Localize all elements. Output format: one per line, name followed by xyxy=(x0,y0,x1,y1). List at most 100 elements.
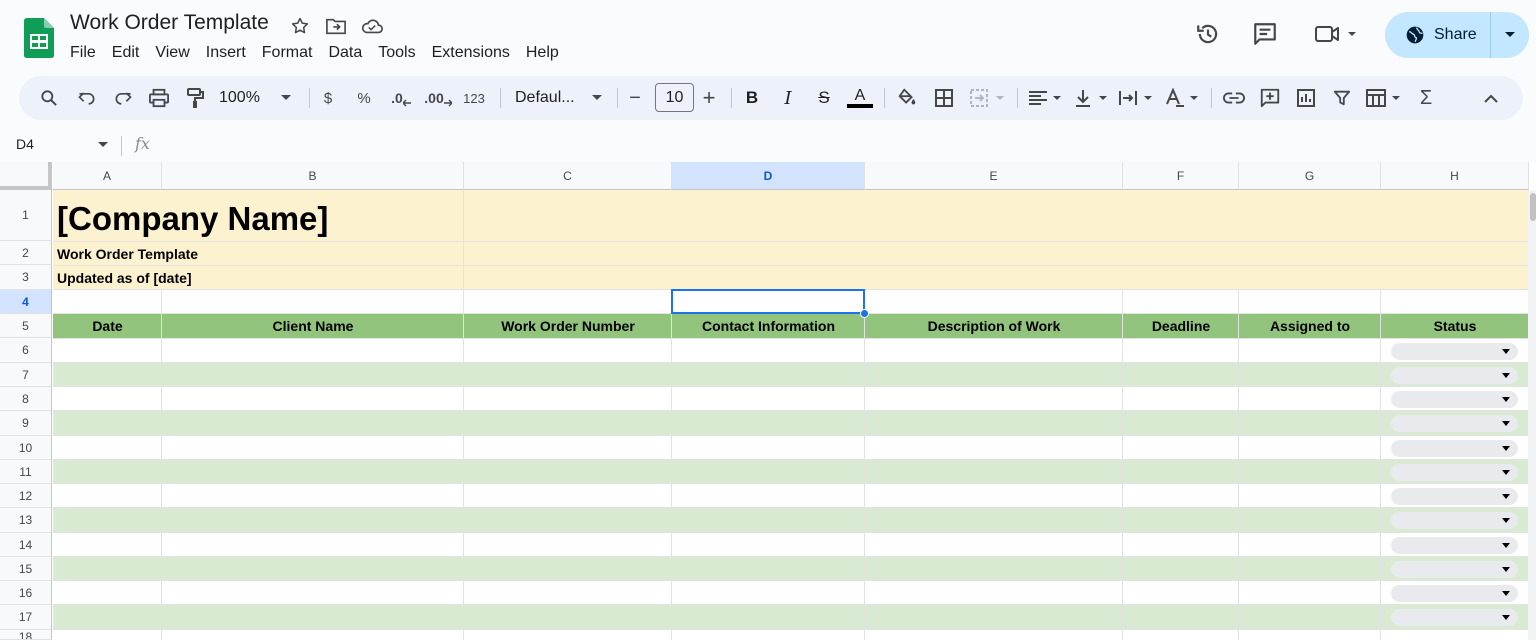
row-header-10[interactable]: 10 xyxy=(0,436,52,460)
column-header-d[interactable]: D xyxy=(672,162,865,190)
version-history-icon[interactable] xyxy=(1192,18,1224,50)
menu-insert[interactable]: Insert xyxy=(198,42,254,64)
header-client-name[interactable]: Client Name xyxy=(162,314,464,338)
status-dropdown[interactable] xyxy=(1391,464,1518,481)
row-header-4[interactable]: 4 xyxy=(0,290,52,314)
menu-edit[interactable]: Edit xyxy=(104,42,148,64)
document-title[interactable]: Work Order Template xyxy=(70,11,269,35)
text-rotation-icon[interactable] xyxy=(1163,86,1203,110)
status-dropdown[interactable] xyxy=(1391,609,1518,626)
header-description-of-work[interactable]: Description of Work xyxy=(865,314,1123,338)
horizontal-align-icon[interactable] xyxy=(1026,86,1066,110)
collapse-menu-icon[interactable] xyxy=(1481,86,1501,110)
row-header-11[interactable]: 11 xyxy=(0,460,52,484)
status-dropdown[interactable] xyxy=(1391,367,1518,384)
row-header-1[interactable]: 1 xyxy=(0,190,52,241)
header-date[interactable]: Date xyxy=(53,314,162,338)
text-color-button[interactable]: A xyxy=(847,86,873,110)
status-dropdown[interactable] xyxy=(1391,440,1518,457)
fill-handle[interactable] xyxy=(860,309,869,318)
move-folder-icon[interactable] xyxy=(324,14,348,38)
header-assigned-to[interactable]: Assigned to xyxy=(1239,314,1381,338)
menu-tools[interactable]: Tools xyxy=(370,42,423,64)
cloud-saved-icon[interactable] xyxy=(360,14,384,38)
row-header-3[interactable]: 3 xyxy=(0,265,52,290)
row-header-12[interactable]: 12 xyxy=(0,484,52,508)
merge-cells-icon[interactable] xyxy=(968,86,1008,110)
bold-button[interactable]: B xyxy=(742,86,762,110)
search-menus-icon[interactable] xyxy=(37,86,61,110)
zoom-caret-icon[interactable] xyxy=(279,86,293,110)
insert-link-icon[interactable] xyxy=(1222,86,1246,110)
status-dropdown[interactable] xyxy=(1391,561,1518,578)
menu-extensions[interactable]: Extensions xyxy=(424,42,518,64)
increase-font-size-button[interactable]: + xyxy=(701,85,717,110)
row-header-8[interactable]: 8 xyxy=(0,387,52,411)
header-status[interactable]: Status xyxy=(1381,314,1529,338)
share-button[interactable]: Share xyxy=(1385,12,1490,58)
row-header-2[interactable]: 2 xyxy=(0,241,52,265)
name-box-caret-icon[interactable] xyxy=(98,142,108,148)
comments-icon[interactable] xyxy=(1249,18,1281,50)
format-currency-button[interactable]: $ xyxy=(318,86,338,110)
decrease-font-size-button[interactable]: − xyxy=(627,86,643,110)
fill-color-icon[interactable] xyxy=(895,86,919,110)
filter-views-icon[interactable] xyxy=(1364,86,1406,110)
column-header-b[interactable]: B xyxy=(162,162,464,190)
header-contact-information[interactable]: Contact Information xyxy=(672,314,865,338)
decrease-decimal-button[interactable]: .0 xyxy=(388,86,414,110)
increase-decimal-button[interactable]: .00 xyxy=(423,86,453,110)
zoom-select[interactable]: 100% xyxy=(219,86,279,110)
status-dropdown[interactable] xyxy=(1391,488,1518,505)
borders-icon[interactable] xyxy=(932,86,956,110)
functions-button[interactable]: Σ xyxy=(1416,86,1436,110)
row-header-18[interactable]: 18 xyxy=(0,630,52,640)
menu-format[interactable]: Format xyxy=(254,42,321,64)
menu-data[interactable]: Data xyxy=(320,42,370,64)
row-header-7[interactable]: 7 xyxy=(0,363,52,387)
row-header-14[interactable]: 14 xyxy=(0,533,52,557)
row-header-13[interactable]: 13 xyxy=(0,508,52,533)
vertical-scrollbar[interactable] xyxy=(1528,190,1536,640)
company-name-cell[interactable]: [Company Name] xyxy=(57,200,328,238)
filter-icon[interactable] xyxy=(1330,86,1354,110)
active-cell-selection[interactable] xyxy=(671,289,865,314)
subtitle-cell[interactable]: Work Order Template xyxy=(57,246,198,262)
paint-format-icon[interactable] xyxy=(183,86,207,110)
row-header-15[interactable]: 15 xyxy=(0,557,52,581)
status-dropdown[interactable] xyxy=(1391,415,1518,432)
share-dropdown-button[interactable] xyxy=(1491,31,1529,39)
font-caret-icon[interactable] xyxy=(590,86,604,110)
updated-date-cell[interactable]: Updated as of [date] xyxy=(57,270,192,286)
column-header-g[interactable]: G xyxy=(1239,162,1381,190)
status-dropdown[interactable] xyxy=(1391,585,1518,602)
format-percent-button[interactable]: % xyxy=(354,86,374,110)
row-header-17[interactable]: 17 xyxy=(0,605,52,630)
row-header-5[interactable]: 5 xyxy=(0,314,52,338)
column-header-e[interactable]: E xyxy=(865,162,1123,190)
column-header-h[interactable]: H xyxy=(1381,162,1529,190)
column-header-f[interactable]: F xyxy=(1123,162,1239,190)
font-select[interactable]: Defaul... xyxy=(515,86,579,110)
sheets-logo-icon[interactable] xyxy=(24,18,54,58)
row-header-16[interactable]: 16 xyxy=(0,581,52,605)
print-icon[interactable] xyxy=(147,86,171,110)
select-all-corner[interactable] xyxy=(0,162,52,190)
redo-icon[interactable] xyxy=(111,86,135,110)
status-dropdown[interactable] xyxy=(1391,512,1518,529)
meet-icon[interactable] xyxy=(1310,18,1358,50)
menu-file[interactable]: File xyxy=(62,42,104,64)
undo-icon[interactable] xyxy=(75,86,99,110)
formula-input[interactable] xyxy=(165,132,1525,156)
scrollbar-thumb[interactable] xyxy=(1530,193,1536,221)
column-header-a[interactable]: A xyxy=(53,162,162,190)
row-header-6[interactable]: 6 xyxy=(0,338,52,363)
insert-chart-icon[interactable] xyxy=(1294,86,1318,110)
more-formats-button[interactable]: 123 xyxy=(461,86,487,110)
font-size-input[interactable]: 10 xyxy=(655,83,694,112)
italic-button[interactable]: I xyxy=(778,86,798,110)
column-header-c[interactable]: C xyxy=(464,162,672,190)
row-header-9[interactable]: 9 xyxy=(0,411,52,436)
status-dropdown[interactable] xyxy=(1391,537,1518,554)
text-wrapping-icon[interactable] xyxy=(1117,86,1157,110)
